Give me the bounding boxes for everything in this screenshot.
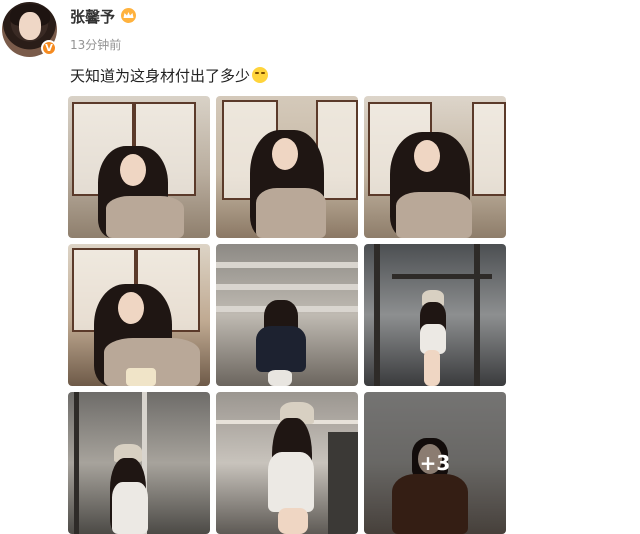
person-legs — [424, 350, 440, 386]
person-top — [396, 192, 472, 238]
person-pants — [268, 370, 292, 386]
person-top — [256, 188, 326, 238]
person-legs — [278, 508, 308, 534]
glass — [126, 368, 156, 386]
drooling-face-emoji — [252, 67, 269, 83]
person-face — [120, 154, 146, 186]
gym-rack — [374, 244, 380, 386]
photo-thumbnail-2[interactable] — [216, 96, 358, 238]
photo-thumbnail-9[interactable]: +3 — [364, 392, 506, 534]
crown-icon — [121, 8, 136, 23]
photo-thumbnail-5[interactable] — [216, 244, 358, 386]
person-face — [272, 138, 298, 170]
post-text-body: 天知道为这身材付出了多少 — [70, 67, 251, 85]
window-panel — [472, 102, 506, 196]
post-timestamp[interactable]: 13分钟前 — [70, 36, 121, 53]
photo-thumbnail-7[interactable] — [68, 392, 210, 534]
gym-rack — [74, 392, 79, 534]
gym-rack — [328, 432, 358, 534]
username[interactable]: 张馨予 — [70, 6, 115, 27]
weibo-post: V 张馨予 13分钟前 天知道为这身材付出了多少 +3 — [0, 0, 640, 534]
person-top — [106, 196, 184, 238]
person-face — [118, 292, 144, 324]
avatar-face — [19, 12, 41, 40]
person-top — [268, 452, 314, 512]
person-jacket — [256, 326, 306, 372]
gym-rack — [474, 244, 480, 386]
person-top — [112, 482, 148, 534]
ceiling-beam — [216, 262, 358, 268]
photo-thumbnail-3[interactable] — [364, 96, 506, 238]
more-photos-overlay[interactable]: +3 — [364, 392, 506, 534]
post-text: 天知道为这身材付出了多少 — [70, 65, 269, 86]
photo-thumbnail-4[interactable] — [68, 244, 210, 386]
photo-thumbnail-6[interactable] — [364, 244, 506, 386]
ceiling-beam — [216, 284, 358, 290]
verified-v-icon: V — [41, 40, 57, 56]
photo-thumbnail-1[interactable] — [68, 96, 210, 238]
photo-thumbnail-8[interactable] — [216, 392, 358, 534]
person-face — [414, 140, 440, 172]
